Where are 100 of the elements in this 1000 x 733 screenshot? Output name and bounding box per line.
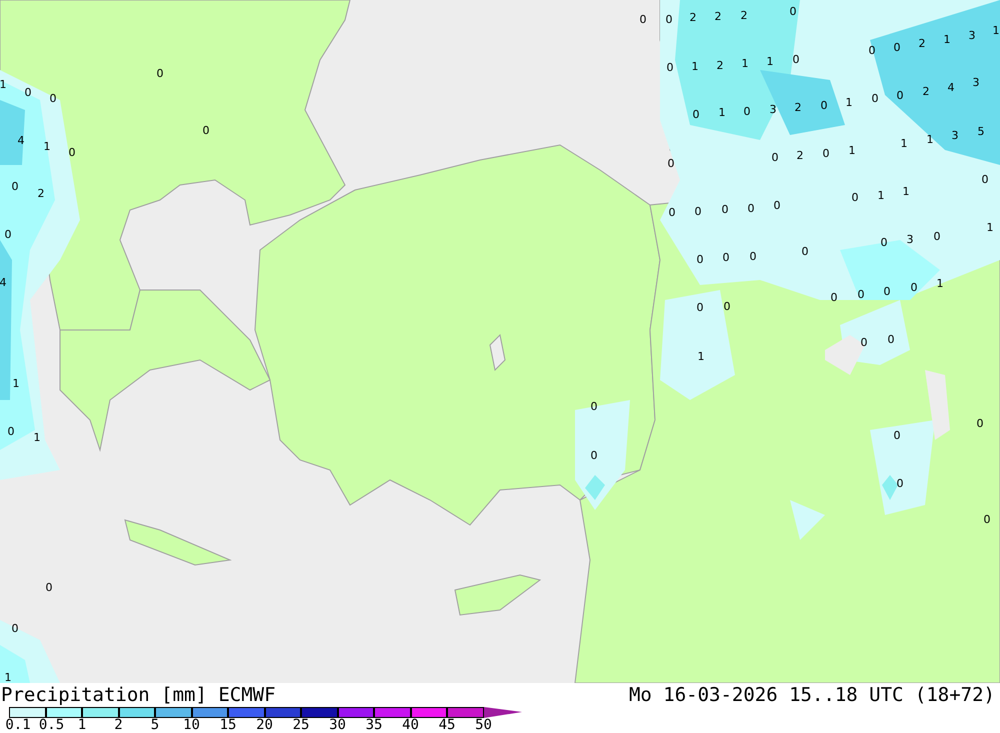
precipitation-value: 0 xyxy=(868,44,876,57)
precipitation-value: 1 xyxy=(944,33,950,46)
precipitation-value: 0 xyxy=(830,291,838,304)
precipitation-value: 0 xyxy=(852,191,858,204)
scale-tick-label: 10 xyxy=(183,718,200,733)
precipitation-value: 0 xyxy=(872,92,878,105)
scale-tick-label: 5 xyxy=(150,718,160,733)
scale-tick-label: 15 xyxy=(220,718,236,733)
precipitation-value: 1 xyxy=(0,78,6,91)
precipitation-value: 0 xyxy=(666,13,672,26)
precipitation-value: 3 xyxy=(952,129,958,142)
precipitation-value: 0 xyxy=(896,89,904,102)
legend-title: Precipitation [mm] ECMWF xyxy=(1,683,276,707)
precipitation-value: 0 xyxy=(860,336,868,349)
scale-tick-label: 40 xyxy=(402,718,419,733)
precipitation-value: 1 xyxy=(34,431,40,444)
precipitation-value: 0 xyxy=(802,245,808,258)
precipitation-value: 0 xyxy=(748,202,754,215)
precipitation-value: 0 xyxy=(202,124,210,137)
precipitation-value: 0 xyxy=(984,513,990,526)
precipitation-value: 0 xyxy=(668,206,676,219)
precipitation-value: 0 xyxy=(888,333,894,346)
precipitation-value: 0 xyxy=(910,281,918,294)
precipitation-value: 0 xyxy=(934,230,940,243)
precipitation-value: 0 xyxy=(68,146,76,159)
precipitation-value: 0 xyxy=(4,228,12,241)
precipitation-value: 5 xyxy=(978,125,984,138)
precipitation-value: 1 xyxy=(742,57,748,70)
precipitation-value: 1 xyxy=(936,277,944,290)
precipitation-value: 0 xyxy=(156,67,164,80)
scale-tick-label: 0.5 xyxy=(38,718,64,733)
precipitation-value: 1 xyxy=(926,133,934,146)
precipitation-value: 0 xyxy=(884,285,890,298)
precipitation-value: 0 xyxy=(590,400,598,413)
scale-tick-label: 2 xyxy=(114,718,123,733)
precipitation-value: 1 xyxy=(766,55,774,68)
precipitation-value: 1 xyxy=(878,189,884,202)
precipitation-value: 0 xyxy=(24,86,32,99)
precipitation-value: 1 xyxy=(4,671,12,683)
precipitation-value: 3 xyxy=(968,29,976,42)
precipitation-value: 1 xyxy=(986,221,994,234)
precipitation-value: 0 xyxy=(590,449,598,462)
scale-tick-label: 0.1 xyxy=(5,718,31,733)
precipitation-value: 1 xyxy=(846,96,852,109)
precipitation-value: 0 xyxy=(750,250,756,263)
precipitation-value: 2 xyxy=(794,101,802,114)
precipitation-value: 0 xyxy=(696,301,704,314)
precipitation-value: 1 xyxy=(718,106,726,119)
precipitation-value: 2 xyxy=(38,187,44,200)
precipitation-value: 0 xyxy=(12,622,18,635)
precipitation-value: 0 xyxy=(666,61,674,74)
precipitation-value: 0 xyxy=(744,105,750,118)
precipitation-value: 0 xyxy=(12,180,18,193)
precipitation-value: 3 xyxy=(906,233,914,246)
precipitation-value: 0 xyxy=(668,157,674,170)
precipitation-value: 3 xyxy=(972,76,980,89)
precipitation-value: 2 xyxy=(922,85,930,98)
precipitation-value: 1 xyxy=(900,137,908,150)
precipitation-value: 0 xyxy=(880,236,888,249)
precipitation-value: 1 xyxy=(692,60,698,73)
precipitation-value: 0 xyxy=(694,205,702,218)
precipitation-value: 0 xyxy=(772,151,778,164)
precipitation-value: 0 xyxy=(894,429,900,442)
valid-time: Mo 16-03-2026 15..18 UTC (18+72) xyxy=(628,683,995,707)
precipitation-value: 0 xyxy=(692,108,700,121)
precipitation-value: 1 xyxy=(12,377,20,390)
precipitation-value: 0 xyxy=(820,99,828,112)
precipitation-value: 0 xyxy=(50,92,56,105)
precipitation-value: 2 xyxy=(716,59,724,72)
scale-tick-label: 50 xyxy=(475,718,492,733)
precipitation-value: 0 xyxy=(894,41,900,54)
precipitation-value: 0 xyxy=(722,203,728,216)
precipitation-value: 0 xyxy=(976,417,984,430)
precipitation-value: 2 xyxy=(714,10,722,23)
precipitation-value: 0 xyxy=(790,5,796,18)
precipitation-value: 4 xyxy=(0,276,6,289)
scale-tick-label: 30 xyxy=(329,718,346,733)
scale-tick-label: 1 xyxy=(78,718,86,733)
precipitation-value: 0 xyxy=(792,53,800,66)
precipitation-value: 0 xyxy=(724,300,730,313)
precipitation-value: 1 xyxy=(44,140,50,153)
precipitation-value: 0 xyxy=(8,425,14,438)
precipitation-value: 0 xyxy=(822,147,830,160)
scale-tick-label: 25 xyxy=(292,718,310,733)
scale-tick-label: 35 xyxy=(366,718,382,733)
precipitation-value: 4 xyxy=(948,81,954,94)
scale-tick-label: 45 xyxy=(438,718,456,733)
precipitation-value: 0 xyxy=(896,477,904,490)
scale-tick-label: 20 xyxy=(256,718,273,733)
precipitation-value: 2 xyxy=(796,149,804,162)
precipitation-value: 0 xyxy=(774,199,780,212)
precipitation-value: 0 xyxy=(722,251,730,264)
precipitation-value: 1 xyxy=(848,144,856,157)
precipitation-value: 0 xyxy=(696,253,704,266)
precipitation-value: 2 xyxy=(690,11,696,24)
precipitation-value: 1 xyxy=(698,350,704,363)
precipitation-value: 4 xyxy=(18,134,24,147)
precipitation-value: 1 xyxy=(902,185,910,198)
precipitation-value: 0 xyxy=(46,581,52,594)
precipitation-value: 0 xyxy=(982,173,988,186)
